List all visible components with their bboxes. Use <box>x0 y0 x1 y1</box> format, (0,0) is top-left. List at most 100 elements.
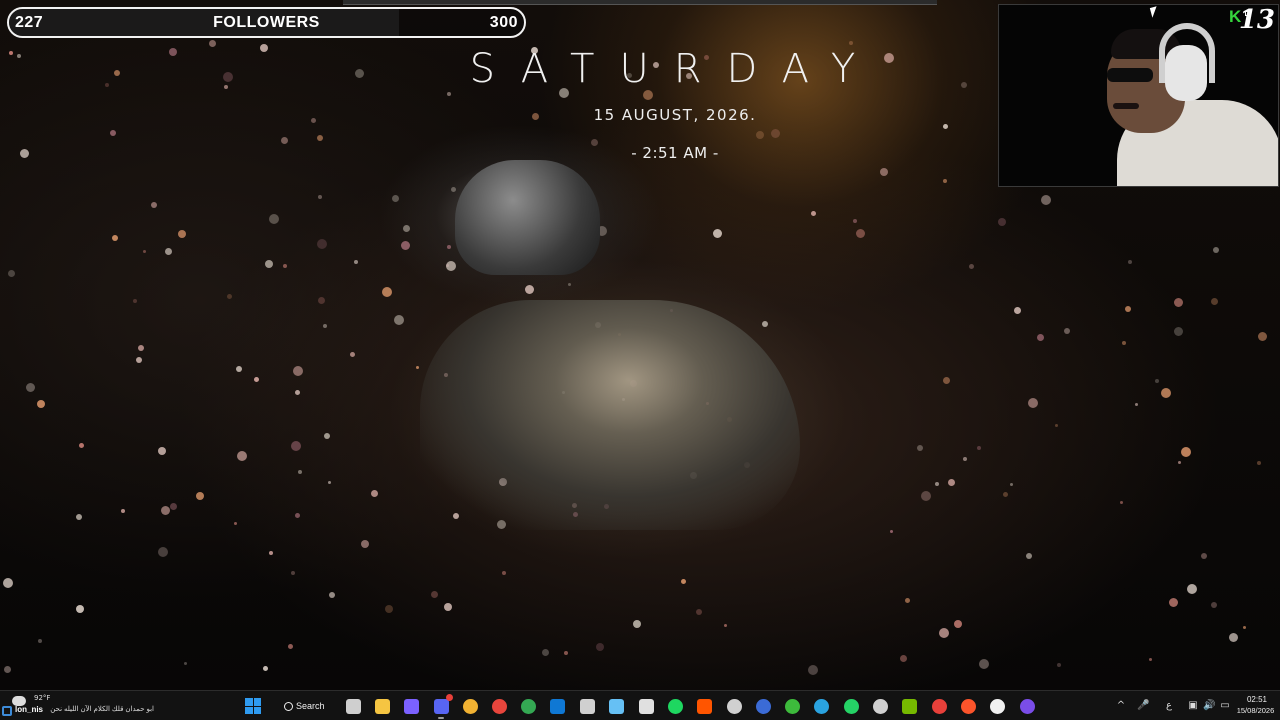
wildflower <box>948 479 955 486</box>
wildflower <box>943 377 950 384</box>
wildflower <box>525 285 534 294</box>
wildflower <box>265 260 273 268</box>
taskbar-app-spotify[interactable] <box>665 696 685 716</box>
wildflower <box>696 609 702 615</box>
github-icon <box>726 698 742 714</box>
wildflower <box>138 345 144 351</box>
wildflower <box>963 457 967 461</box>
wildflower <box>1041 195 1051 205</box>
taskbar-app-xbox[interactable] <box>782 696 802 716</box>
wildflower <box>1128 260 1132 264</box>
badge-number: 13 <box>1238 5 1275 35</box>
taskbar-app-discord[interactable] <box>431 694 453 719</box>
wildflower <box>382 287 392 297</box>
wildflower <box>1178 461 1181 464</box>
wildflower <box>1181 447 1191 457</box>
faceit-icon <box>696 698 712 714</box>
taskbar-app-outlook[interactable] <box>547 696 567 716</box>
taskbar-app-discord-ptb[interactable] <box>460 696 480 716</box>
taskbar-app-telegram[interactable] <box>811 696 831 716</box>
wildflower <box>890 530 893 533</box>
notification-badge <box>446 694 453 701</box>
taskbar-app-steam[interactable] <box>606 696 626 716</box>
wildflower <box>3 578 13 588</box>
notification-icon[interactable]: ▭ <box>1219 699 1231 713</box>
wildflower <box>158 447 166 455</box>
taskbar-app-whatsapp[interactable] <box>841 696 861 716</box>
wildflower <box>905 598 910 603</box>
wildflower <box>298 470 302 474</box>
taskbar-app-task-view[interactable] <box>343 696 363 716</box>
taskbar-app-settings-app[interactable] <box>870 696 890 716</box>
wildflower <box>943 179 947 183</box>
wildflower <box>921 491 931 501</box>
wildflower <box>324 433 330 439</box>
news-headline[interactable]: ابو حمدان قلك الكلام الآن الليله نحن <box>44 705 154 713</box>
microphone-icon[interactable]: 🎤 <box>1137 699 1149 713</box>
brave-icon <box>960 698 976 714</box>
tray-clock-time[interactable]: 02:51 <box>1237 695 1277 704</box>
start-button[interactable] <box>243 696 263 716</box>
wildflower <box>1057 663 1061 667</box>
wildflower <box>447 92 451 96</box>
wildflower <box>178 230 186 238</box>
wildflower <box>1064 328 1070 334</box>
mustache <box>1113 103 1139 109</box>
show-hidden-icons-chevron-icon[interactable]: ^ <box>1115 699 1127 713</box>
wildflower <box>681 579 686 584</box>
taskbar-app-chrome-alt[interactable] <box>518 696 538 716</box>
language-indicator[interactable]: ع <box>1163 699 1175 713</box>
tray-clock-date[interactable]: 15/08/2026 <box>1233 706 1278 715</box>
taskbar-app-faceit[interactable] <box>694 696 714 716</box>
wildflower <box>1122 341 1126 345</box>
taskbar-app-file-explorer[interactable] <box>372 696 392 716</box>
wildflower <box>1229 633 1238 642</box>
taskbar-app-epic-games[interactable] <box>636 696 656 716</box>
network-icon[interactable]: ▣ <box>1187 699 1199 713</box>
wildflower <box>954 620 962 628</box>
taskbar-app-obs[interactable] <box>577 696 597 716</box>
wildflower <box>416 366 419 369</box>
taskbar-app-chrome[interactable] <box>489 696 509 716</box>
taskbar-app-brave[interactable] <box>958 696 978 716</box>
wildflower <box>1055 424 1058 427</box>
weather-temperature: 92°F <box>34 694 51 702</box>
discord-ptb-icon <box>462 698 478 714</box>
taskbar-app-obs-studio[interactable] <box>1017 696 1037 716</box>
wildflower <box>1211 602 1217 608</box>
taskbar-app-steelseries[interactable] <box>987 696 1007 716</box>
wildflower <box>1149 658 1152 661</box>
wildflower <box>371 490 378 497</box>
xbox-icon <box>784 698 800 714</box>
wildflower <box>880 168 888 176</box>
steam-icon <box>608 698 624 714</box>
wildflower <box>269 214 279 224</box>
whatsapp-icon <box>843 698 859 714</box>
wildflower <box>136 357 142 363</box>
wildflower <box>451 187 456 192</box>
news-user[interactable]: lon_nis <box>15 705 43 714</box>
wildflower <box>724 624 727 627</box>
wildflower <box>323 324 327 328</box>
search-button[interactable]: Search <box>278 696 334 716</box>
taskbar-app-riot-client[interactable] <box>929 696 949 716</box>
wildflower <box>224 85 228 89</box>
taskbar-app-copilot[interactable] <box>401 696 421 716</box>
wildflower <box>288 644 293 649</box>
wildflower <box>568 283 571 286</box>
wildflower <box>196 492 204 500</box>
chrome-icon <box>491 698 507 714</box>
wildflower <box>318 195 322 199</box>
wildflower <box>977 446 981 450</box>
wildflower <box>76 514 82 520</box>
volume-icon[interactable]: 🔊 <box>1203 699 1215 713</box>
taskbar-app-ea[interactable] <box>753 696 773 716</box>
taskbar-app-nvidia[interactable] <box>899 696 919 716</box>
wildflower <box>564 651 568 655</box>
wildflower <box>295 390 300 395</box>
chrome-icon <box>520 698 536 714</box>
wildflower <box>1258 332 1267 341</box>
taskbar-app-github-desktop[interactable] <box>724 696 744 716</box>
wildflower <box>542 649 549 656</box>
wildflower <box>998 218 1006 226</box>
